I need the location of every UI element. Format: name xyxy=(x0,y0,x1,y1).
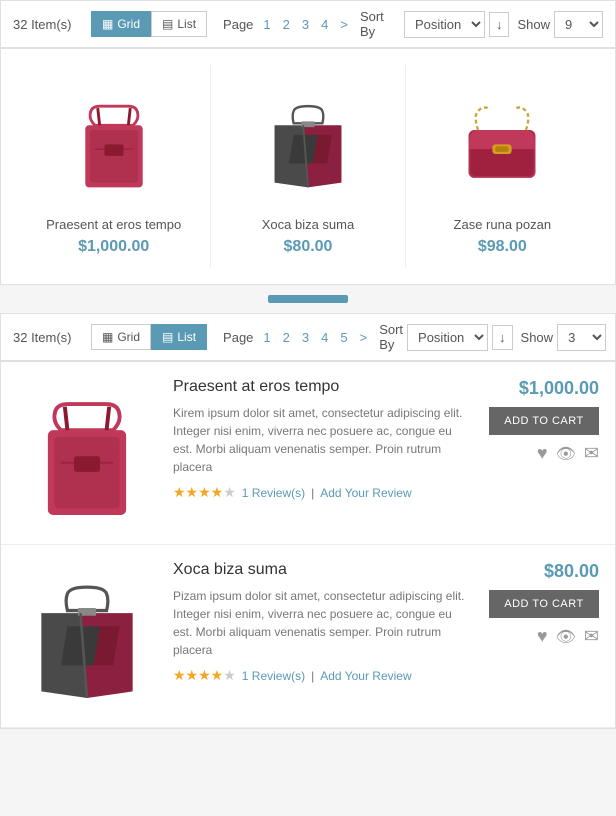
grid-item-3-price: $98.00 xyxy=(418,238,587,256)
grid-item-2-name: Xoca biza suma xyxy=(223,217,392,232)
list-item-1-actions: $1,000.00 ADD TO CART ♥ 👁 ✉ xyxy=(489,378,599,528)
grid-item-3-name: Zase runa pozan xyxy=(418,217,587,232)
list-pagination: Page 1 2 3 4 5 > xyxy=(223,328,371,347)
next-page-link[interactable]: > xyxy=(336,15,352,34)
page-3-link[interactable]: 3 xyxy=(298,15,313,34)
grid-item-2-image[interactable] xyxy=(223,77,392,207)
list-icon: ▤ xyxy=(162,17,173,31)
list-grid-view-button[interactable]: ▦ Grid xyxy=(91,324,151,350)
list-item-1-action-icons: ♥ 👁 ✉ xyxy=(537,443,599,464)
grid-item-count: 32 Item(s) xyxy=(13,17,83,32)
list-item-1-review-link[interactable]: 1 Review(s) xyxy=(242,486,305,500)
wishlist-icon[interactable]: ♥ xyxy=(537,443,548,464)
list-list-view-button[interactable]: ▤ List xyxy=(151,324,207,350)
list-item-2-action-icons: ♥ 👁 ✉ xyxy=(537,626,599,647)
list-products-section: Praesent at eros tempo Kirem ipsum dolor… xyxy=(0,361,616,729)
email-icon-2[interactable]: ✉ xyxy=(584,626,599,647)
pagination-bar-visual xyxy=(268,295,348,303)
list-item-2-details: Xoca biza suma Pizam ipsum dolor sit ame… xyxy=(173,561,473,711)
list-toolbar: 32 Item(s) ▦ Grid ▤ List Page 1 2 3 4 5 … xyxy=(0,313,616,361)
grid-show-section: Show 9 15 30 xyxy=(517,11,603,38)
grid-icon-2: ▦ xyxy=(102,330,113,344)
list-item-2-review-link[interactable]: 1 Review(s) xyxy=(242,669,305,683)
list-view-toggle: ▦ Grid ▤ List xyxy=(91,324,207,350)
list-item-2-add-to-cart-button[interactable]: ADD TO CART xyxy=(489,590,599,618)
list-show-section: Show 3 9 15 xyxy=(521,324,607,351)
list-item-1-add-review-link[interactable]: Add Your Review xyxy=(320,486,411,500)
grid-sort-section: Sort By Position Name Price ↓ xyxy=(360,9,510,39)
grid-pagination: Page 1 2 3 4 > xyxy=(223,15,352,34)
list-item-1-stars: ★★★★★ xyxy=(173,484,236,501)
list-sort-select[interactable]: Position Name Price xyxy=(407,324,488,351)
list-item-2-stars: ★★★★★ xyxy=(173,667,236,684)
quickview-icon[interactable]: 👁 xyxy=(556,444,576,464)
email-icon[interactable]: ✉ xyxy=(584,443,599,464)
list-item-1-title[interactable]: Praesent at eros tempo xyxy=(173,378,473,396)
grid-item-1-name: Praesent at eros tempo xyxy=(29,217,198,232)
grid-toolbar: 32 Item(s) ▦ Grid ▤ List Page 1 2 3 4 > … xyxy=(0,0,616,48)
list-item-2-actions: $80.00 ADD TO CART ♥ 👁 ✉ xyxy=(489,561,599,711)
list-item-count: 32 Item(s) xyxy=(13,330,83,345)
grid-item-1-image[interactable] xyxy=(29,77,198,207)
grid-products-section: Praesent at eros tempo $1,000.00 xyxy=(0,48,616,285)
grid-view-button[interactable]: ▦ Grid xyxy=(91,11,151,37)
grid-sort-select[interactable]: Position Name Price xyxy=(404,11,485,38)
list-next-page-link[interactable]: > xyxy=(356,328,372,347)
list-sort-section: Sort By Position Name Price ↓ xyxy=(379,322,512,352)
grid-sort-direction-button[interactable]: ↓ xyxy=(489,12,510,37)
page-4-link[interactable]: 4 xyxy=(317,15,332,34)
grid-items-container: Praesent at eros tempo $1,000.00 xyxy=(17,65,599,268)
list-page-2-link[interactable]: 2 xyxy=(279,328,294,347)
list-page-1-link[interactable]: 1 xyxy=(259,328,274,347)
list-page-5-link[interactable]: 5 xyxy=(336,328,351,347)
list-item-2-add-review-link[interactable]: Add Your Review xyxy=(320,669,411,683)
grid-item: Xoca biza suma $80.00 xyxy=(211,65,405,268)
grid-view-toggle: ▦ Grid ▤ List xyxy=(91,11,207,37)
list-icon-2: ▤ xyxy=(162,330,173,344)
grid-item: Zase runa pozan $98.00 xyxy=(406,65,599,268)
list-show-select[interactable]: 3 9 15 xyxy=(557,324,606,351)
grid-item-2-price: $80.00 xyxy=(223,238,392,256)
list-item: Praesent at eros tempo Kirem ipsum dolor… xyxy=(1,362,615,545)
wishlist-icon-2[interactable]: ♥ xyxy=(537,626,548,647)
list-item-2-image[interactable] xyxy=(17,561,157,711)
grid-show-select[interactable]: 9 15 30 xyxy=(554,11,603,38)
list-sort-direction-button[interactable]: ↓ xyxy=(492,325,513,350)
list-item-1-add-to-cart-button[interactable]: ADD TO CART xyxy=(489,407,599,435)
list-item-1-price: $1,000.00 xyxy=(519,378,599,399)
list-item-1-rating: ★★★★★ 1 Review(s) | Add Your Review xyxy=(173,484,473,501)
list-item: Xoca biza suma Pizam ipsum dolor sit ame… xyxy=(1,545,615,728)
list-item-1-desc: Kirem ipsum dolor sit amet, consectetur … xyxy=(173,404,473,476)
list-item-2-desc: Pizam ipsum dolor sit amet, consectetur … xyxy=(173,587,473,659)
grid-item-1-price: $1,000.00 xyxy=(29,238,198,256)
page-1-link[interactable]: 1 xyxy=(259,15,274,34)
grid-icon: ▦ xyxy=(102,17,113,31)
list-item-1-details: Praesent at eros tempo Kirem ipsum dolor… xyxy=(173,378,473,528)
list-page-3-link[interactable]: 3 xyxy=(298,328,313,347)
list-item-2-title[interactable]: Xoca biza suma xyxy=(173,561,473,579)
grid-item: Praesent at eros tempo $1,000.00 xyxy=(17,65,211,268)
page-2-link[interactable]: 2 xyxy=(279,15,294,34)
list-item-1-image[interactable] xyxy=(17,378,157,528)
list-item-2-rating: ★★★★★ 1 Review(s) | Add Your Review xyxy=(173,667,473,684)
quickview-icon-2[interactable]: 👁 xyxy=(556,627,576,647)
list-page-4-link[interactable]: 4 xyxy=(317,328,332,347)
list-view-button[interactable]: ▤ List xyxy=(151,11,207,37)
section-divider-bar xyxy=(0,285,616,313)
list-item-2-price: $80.00 xyxy=(544,561,599,582)
grid-item-3-image[interactable] xyxy=(418,77,587,207)
